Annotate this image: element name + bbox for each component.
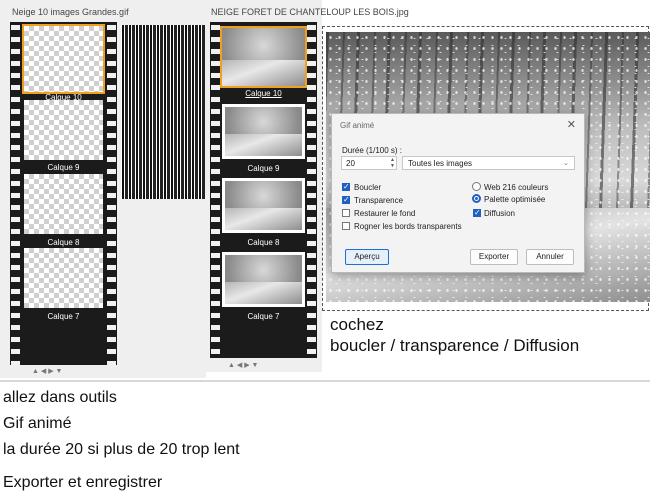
snow-photo-thumbnail xyxy=(222,252,305,307)
middle-animation-panel: NEIGE FORET DE CHANTELOUP LES BOIS.jpg C… xyxy=(206,0,409,372)
spinner-arrows-icon[interactable]: ▲ ▼ xyxy=(390,157,395,169)
dialog-title: Gif animé xyxy=(340,121,375,130)
screenshot-stage: Neige 10 images Grandes.gif Calque 10 Ca… xyxy=(0,0,650,500)
diffusion-label: Diffusion xyxy=(484,209,515,218)
frame-calque-10[interactable]: Calque 10 xyxy=(220,26,307,102)
boucler-checkbox[interactable] xyxy=(342,182,350,192)
frame-calque-9[interactable]: Calque 9 xyxy=(222,104,305,178)
left-sprockets xyxy=(11,22,20,365)
palette-optimisee-label: Palette optimisée xyxy=(484,195,546,204)
rogner-bords-checkbox[interactable] xyxy=(342,222,350,230)
apercu-button[interactable]: Aperçu xyxy=(345,249,389,265)
middle-panel-title: NEIGE FORET DE CHANTELOUP LES BOIS.jpg xyxy=(211,7,409,17)
frame-label: Calque 8 xyxy=(247,238,280,247)
web216-label: Web 216 couleurs xyxy=(484,183,549,192)
duration-spinner[interactable]: 20 ▲ ▼ xyxy=(341,156,397,170)
frame-label: Calque 9 xyxy=(247,164,280,173)
left-animation-panel: Neige 10 images Grandes.gif Calque 10 Ca… xyxy=(0,0,206,378)
exporter-button[interactable]: Exporter xyxy=(470,249,518,265)
instruction-line-3: la durée 20 si plus de 20 trop lent xyxy=(3,441,240,458)
transparence-label: Transparence xyxy=(354,196,404,205)
chevron-down-icon: ⌄ xyxy=(563,160,569,167)
rogner-bords-label: Rogner les bords transparents xyxy=(354,222,462,231)
frame-calque-9[interactable]: Calque 9 xyxy=(24,100,103,176)
instruction-line-4: Exporter et enregistrer xyxy=(3,474,163,491)
boucler-label: Boucler xyxy=(354,183,382,192)
duration-value: 20 xyxy=(346,159,355,168)
middle-scroll-arrows[interactable]: ▲ ◀ ▶ ▼ xyxy=(228,361,258,369)
left-panel-title: Neige 10 images Grandes.gif xyxy=(12,7,129,17)
images-select[interactable]: Toutes les images ⌄ xyxy=(402,156,575,170)
frame-calque-8[interactable]: Calque 8 xyxy=(222,178,305,252)
instruction-line-1: allez dans outils xyxy=(3,389,117,406)
frame-calque-7[interactable]: Calque 7 xyxy=(222,252,305,326)
caption-line-2: boucler / transparence / Diffusion xyxy=(330,336,580,355)
caption-line-1: cochez xyxy=(330,315,384,334)
restaurer-fond-label: Restaurer le fond xyxy=(354,209,416,218)
right-sprockets xyxy=(307,22,316,358)
frame-label: Calque 10 xyxy=(245,89,282,98)
glitch-preview-strip xyxy=(121,25,205,199)
frame-label: Calque 9 xyxy=(47,163,80,172)
transparent-thumbnail xyxy=(24,248,103,308)
divider xyxy=(0,380,650,382)
instruction-line-2: Gif animé xyxy=(3,415,72,432)
gif-anime-dialog: Gif animé ✕ Durée (1/100 s) : 20 ▲ ▼ Tout… xyxy=(331,113,585,273)
transparent-thumbnail xyxy=(24,100,103,160)
frame-calque-7[interactable]: Calque 7 xyxy=(24,248,103,324)
diffusion-checkbox[interactable] xyxy=(473,208,481,218)
snow-photo-thumbnail xyxy=(222,178,305,233)
annuler-button[interactable]: Annuler xyxy=(526,249,574,265)
left-filmstrip: Calque 10 Calque 9 Calque 8 Calque 7 xyxy=(10,22,117,365)
transparence-checkbox[interactable] xyxy=(342,195,350,205)
duration-label: Durée (1/100 s) : xyxy=(342,146,403,155)
transparent-thumbnail xyxy=(22,24,105,94)
close-icon[interactable]: ✕ xyxy=(567,118,576,131)
left-scroll-arrows[interactable]: ▲ ◀ ▶ ▼ xyxy=(32,367,62,375)
restaurer-fond-checkbox[interactable] xyxy=(342,209,350,217)
snow-photo-thumbnail xyxy=(222,104,305,159)
palette-optimisee-radio[interactable] xyxy=(472,194,481,203)
web216-radio[interactable] xyxy=(472,182,481,191)
middle-filmstrip: Calque 10 Calque 9 Calque 8 Calque 7 xyxy=(210,22,317,358)
frame-label: Calque 8 xyxy=(47,238,80,247)
frame-label: Calque 7 xyxy=(47,312,80,321)
frame-label: Calque 7 xyxy=(247,312,280,321)
right-sprockets xyxy=(107,22,116,365)
images-select-value: Toutes les images xyxy=(408,159,473,168)
frame-calque-10[interactable]: Calque 10 xyxy=(22,24,105,102)
left-sprockets xyxy=(211,22,220,358)
transparent-thumbnail xyxy=(24,174,103,234)
frame-calque-8[interactable]: Calque 8 xyxy=(24,174,103,250)
snow-photo-thumbnail xyxy=(220,26,307,88)
